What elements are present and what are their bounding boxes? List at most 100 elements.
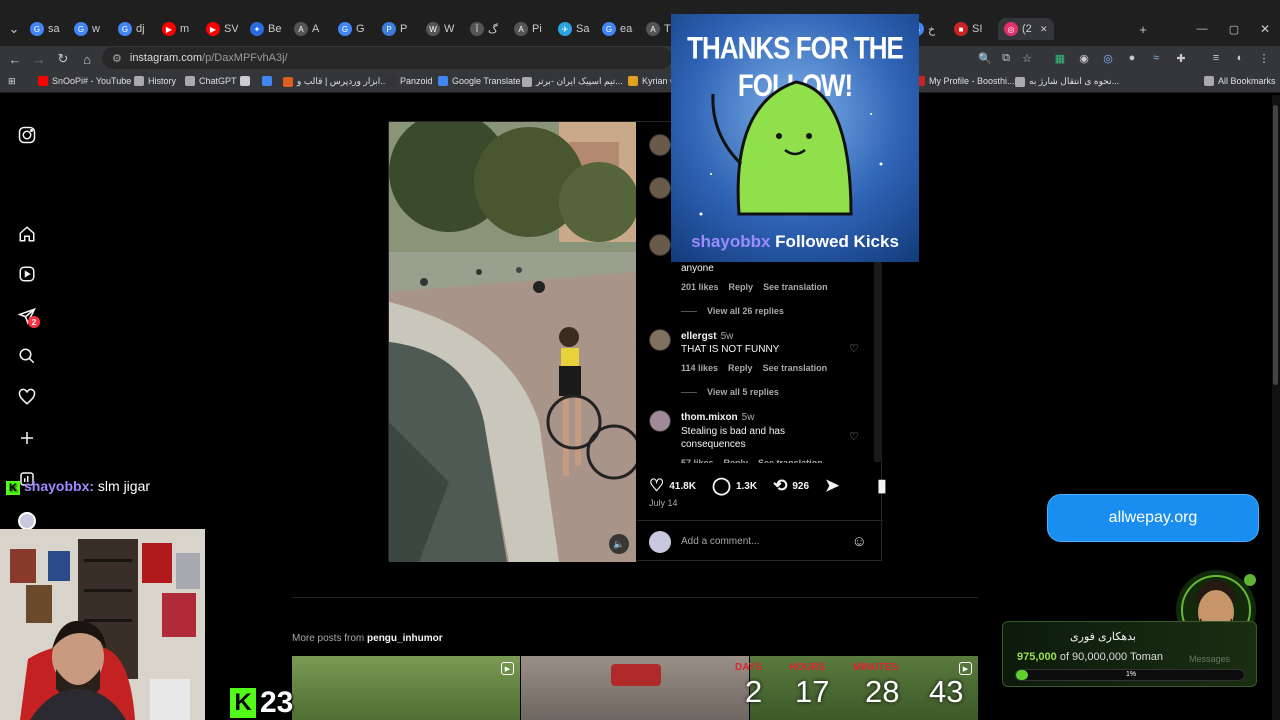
page-scrollbar[interactable] xyxy=(1272,95,1280,720)
page-scroll-thumb[interactable] xyxy=(1273,105,1278,385)
repost-button[interactable]: ⟲ 926 xyxy=(773,476,809,496)
browser-tab[interactable]: Gdj xyxy=(118,18,150,40)
browser-tab[interactable]: GG xyxy=(338,18,370,40)
bookmark-item[interactable]: Google Translate xyxy=(438,76,521,86)
extension-sheets-icon[interactable]: ▦ xyxy=(1052,50,1068,66)
save-button[interactable]: ▮ xyxy=(877,476,886,496)
browser-tab[interactable]: ◎ (2 ✕ xyxy=(998,18,1054,40)
share-button[interactable]: ➤ xyxy=(825,476,839,496)
comment-meta: 114 likes Reply See translation xyxy=(681,363,827,373)
install-app-icon[interactable]: ⧉ xyxy=(998,50,1014,66)
commenter-avatar[interactable] xyxy=(649,329,671,351)
comment-username[interactable]: ellergst xyxy=(681,331,717,342)
comment-button[interactable]: ◯ 1.3K xyxy=(712,476,757,496)
bookmark-item[interactable]: My Profile - Boosthi... xyxy=(915,76,1015,86)
notifications-icon[interactable] xyxy=(16,386,38,408)
minimize-icon[interactable]: — xyxy=(1193,20,1211,38)
browser-tab[interactable]: ✦ Be xyxy=(250,18,282,40)
bookmark-item[interactable]: نحوه ی انتقال شارژ به... xyxy=(1015,76,1119,87)
commenter-avatar[interactable] xyxy=(649,234,671,256)
home-icon[interactable] xyxy=(16,223,38,245)
repost-count: 926 xyxy=(792,480,810,492)
extension-blue-icon[interactable]: ◎ xyxy=(1100,50,1116,66)
repost-icon: ⟲ xyxy=(773,476,788,495)
browser-tab[interactable]: Gea xyxy=(602,18,634,40)
search-icon[interactable] xyxy=(16,345,38,367)
bookmark-item[interactable]: ChatGPT xyxy=(185,76,237,86)
comment-likes[interactable]: 57 likes xyxy=(681,458,714,463)
url-path: /p/DaxMPFvhA3j/ xyxy=(202,52,288,64)
browser-tab[interactable]: AA xyxy=(294,18,326,40)
bookmark-item[interactable]: SnOoPi# - YouTube xyxy=(38,76,131,86)
bookmark-item[interactable]: History xyxy=(134,76,176,86)
browser-tab[interactable]: WW xyxy=(426,18,458,40)
create-icon[interactable] xyxy=(16,427,38,449)
browser-tab[interactable]: آگ xyxy=(470,18,502,40)
home-browser-icon[interactable]: ⌂ xyxy=(78,50,96,68)
bookmark-item[interactable] xyxy=(262,76,276,86)
donation-goal-target: of 90,000,000 Toman xyxy=(1059,651,1163,663)
close-window-icon[interactable]: ✕ xyxy=(1256,20,1274,38)
bookmark-item[interactable]: Panzoid xyxy=(386,76,433,86)
more-posts-account[interactable]: pengu_inhumor xyxy=(367,633,443,644)
post-thumbnail[interactable]: ▶ xyxy=(292,656,520,720)
comment-like-icon[interactable]: ♡ xyxy=(849,342,859,355)
browser-tab[interactable]: Gsa xyxy=(30,18,62,40)
add-comment-input[interactable]: Add a comment... xyxy=(681,536,842,547)
extension-circle-icon[interactable]: ◉ xyxy=(1076,50,1092,66)
browser-tab[interactable]: PP xyxy=(382,18,414,40)
bookmark-item[interactable]: تیم اسپیک ایران -برتر... xyxy=(522,76,623,87)
maximize-icon[interactable]: ▢ xyxy=(1225,20,1243,38)
reply-button[interactable]: Reply xyxy=(729,282,754,292)
extension-audio-icon[interactable]: ≈ xyxy=(1148,50,1164,66)
browser-tab[interactable]: ✈ Sa xyxy=(558,18,590,40)
forward-icon[interactable]: → xyxy=(30,50,48,68)
new-tab-icon[interactable]: + xyxy=(1134,20,1152,38)
reload-icon[interactable]: ↻ xyxy=(54,50,72,68)
see-translation-link[interactable]: See translation xyxy=(763,282,828,292)
address-bar[interactable]: ⚙ instagram.com/p/DaxMPFvhA3j/ xyxy=(102,47,672,69)
site-info-icon[interactable]: ⚙ xyxy=(112,52,122,65)
comment-likes[interactable]: 201 likes xyxy=(681,282,719,292)
instagram-icon[interactable] xyxy=(16,124,38,146)
reply-button[interactable]: Reply xyxy=(724,458,749,463)
bookmark-item[interactable]: ابزار وردپرس | قالب و... xyxy=(283,76,388,87)
comment-username[interactable]: thom.mixon xyxy=(681,412,738,423)
tab-list-chevron-icon[interactable]: ⌄ xyxy=(5,20,23,38)
see-translation-link[interactable]: See translation xyxy=(758,458,823,463)
profile-avatar-icon[interactable]: ◐ xyxy=(1232,50,1248,66)
browser-tab[interactable]: ▶ m xyxy=(162,18,194,40)
browser-tab[interactable]: ▶ SV xyxy=(206,18,238,40)
browser-tab[interactable]: ■ SI xyxy=(954,18,986,40)
mute-icon[interactable]: 🔈 xyxy=(609,534,629,554)
commenter-avatar[interactable] xyxy=(649,134,671,156)
view-replies-button[interactable]: View all 5 replies xyxy=(681,387,779,397)
bookmark-item[interactable]: All Bookmarks xyxy=(1204,76,1276,86)
reply-button[interactable]: Reply xyxy=(728,363,753,373)
browser-menu-icon[interactable]: ⋮ xyxy=(1256,50,1272,66)
reels-icon[interactable] xyxy=(16,263,38,285)
commenter-avatar[interactable] xyxy=(649,177,671,199)
bookmark-star-icon[interactable]: ☆ xyxy=(1019,50,1035,66)
comment-like-icon[interactable]: ♡ xyxy=(849,430,859,443)
see-translation-link[interactable]: See translation xyxy=(763,363,828,373)
back-icon[interactable]: ← xyxy=(6,50,24,68)
like-button[interactable]: ♡ 41.8K xyxy=(649,476,696,496)
extension-globe-icon[interactable]: ● xyxy=(1124,50,1140,66)
media-controls-icon[interactable]: ≡ xyxy=(1208,50,1224,66)
tab-favicon-icon: W xyxy=(426,22,440,36)
extensions-puzzle-icon[interactable]: ✚ xyxy=(1173,50,1189,66)
browser-tab[interactable]: A Pi xyxy=(514,18,546,40)
emoji-icon[interactable]: ☺ xyxy=(852,533,867,550)
comment-likes[interactable]: 114 likes xyxy=(681,363,718,373)
tab-title: خ xyxy=(928,23,936,36)
browser-tab[interactable]: Gw xyxy=(74,18,106,40)
post-thumbnail[interactable] xyxy=(521,656,749,720)
zoom-icon[interactable]: 🔍 xyxy=(977,50,993,66)
commenter-avatar[interactable] xyxy=(649,410,671,432)
view-replies-button[interactable]: View all 26 replies xyxy=(681,306,784,316)
close-tab-icon[interactable]: ✕ xyxy=(1040,24,1048,35)
bookmark-item[interactable] xyxy=(240,76,254,86)
post-video[interactable]: 🔈 xyxy=(389,122,636,562)
apps-grid-icon[interactable]: ⊞ xyxy=(8,76,16,87)
